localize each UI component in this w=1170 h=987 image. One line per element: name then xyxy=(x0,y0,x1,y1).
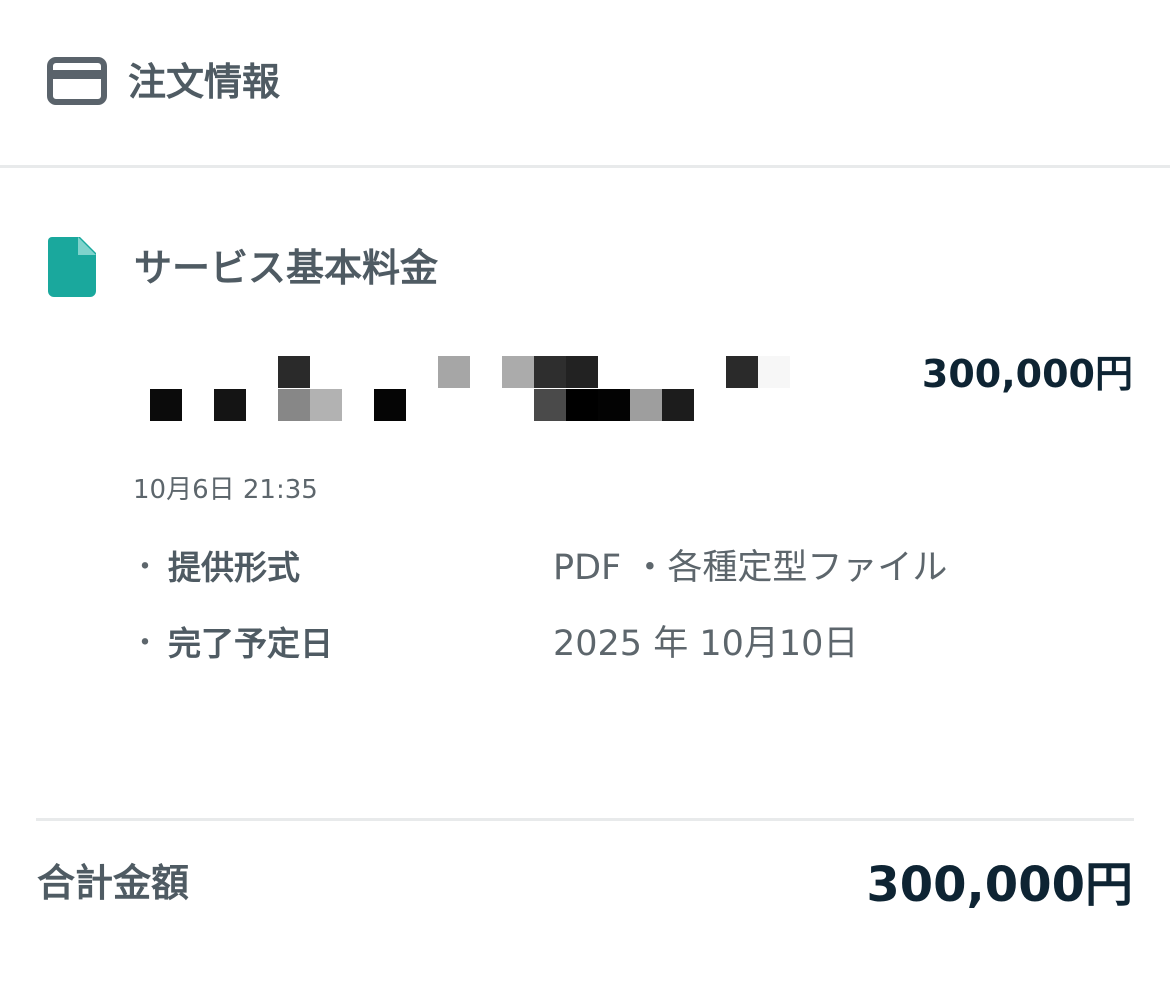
bullet: ・ xyxy=(130,626,160,661)
spec-label-due-date: 完了予定日 xyxy=(168,624,333,663)
spec-value-due-date: 2025 年 10月10日 xyxy=(553,624,859,664)
bullet: ・ xyxy=(130,550,160,585)
redacted-item-description xyxy=(150,356,790,422)
total-label: 合計金額 xyxy=(37,861,190,905)
spec-row-due-date: ・ 完了予定日 2025 年 10月10日 xyxy=(130,620,1030,668)
document-icon xyxy=(48,237,96,297)
spec-row-format: ・ 提供形式 PDF ・各種定型ファイル xyxy=(130,544,1030,592)
total-amount: 300,000円 xyxy=(866,857,1133,913)
item-price: 300,000円 xyxy=(921,352,1133,396)
item-title: サービス基本料金 xyxy=(134,246,439,290)
spec-value-format: PDF ・各種定型ファイル xyxy=(553,548,948,588)
item-date: 10月6日 21:35 xyxy=(133,475,318,505)
order-info-title: 注文情報 xyxy=(128,60,281,104)
spec-label-format: 提供形式 xyxy=(168,548,300,587)
credit-card-icon xyxy=(47,57,107,105)
order-info-header: 注文情報 xyxy=(0,0,1170,168)
divider xyxy=(36,818,1134,821)
